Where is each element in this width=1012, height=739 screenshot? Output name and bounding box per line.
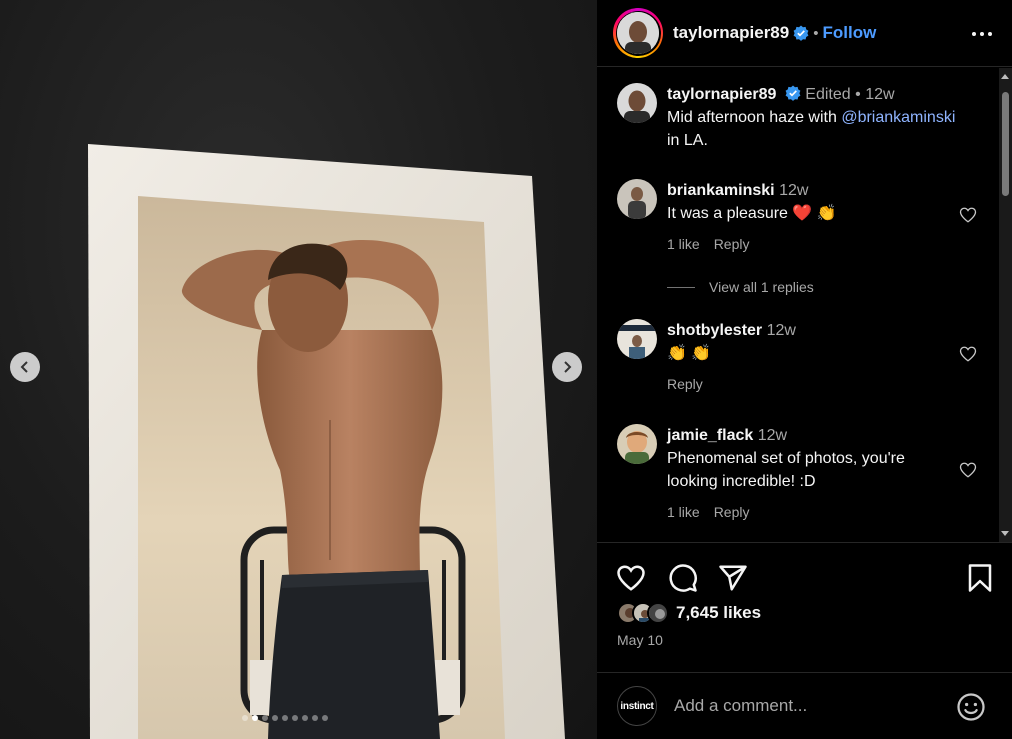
- post-header: taylornapier89 • Follow: [597, 0, 1012, 67]
- post-actions: 7,645 likes May 10: [597, 542, 1012, 672]
- avatar-image: [617, 424, 657, 464]
- verified-badge-icon: [793, 25, 809, 41]
- comment-likes-count[interactable]: 1 like: [667, 501, 700, 524]
- carousel-dot: [272, 715, 278, 721]
- comment-item: briankaminski 12w It was a pleasure ❤️ 👏…: [617, 179, 967, 256]
- next-slide-button[interactable]: [552, 352, 582, 382]
- commenter-avatar[interactable]: [617, 424, 657, 464]
- commenter-avatar[interactable]: [617, 319, 657, 359]
- carousel-dot: [262, 715, 268, 721]
- comment-username[interactable]: briankaminski: [667, 182, 775, 199]
- comment-timestamp: 12w: [757, 427, 788, 444]
- likes-count[interactable]: 7,645 likes: [676, 603, 761, 623]
- replies-divider: [667, 286, 695, 288]
- avatar-image: [617, 83, 657, 123]
- caption: taylornapier89 Edited • 12w Mid afternoo…: [617, 83, 967, 152]
- share-paper-plane-icon[interactable]: [718, 563, 748, 593]
- comment-text: 👏 👏: [667, 345, 712, 362]
- caption-separator: •: [855, 86, 861, 103]
- caption-edited-label: Edited: [805, 86, 851, 103]
- liker-avatar: [647, 602, 669, 624]
- comment-username[interactable]: jamie_flack: [667, 427, 753, 444]
- emoji-icon[interactable]: [956, 692, 986, 722]
- comment-timestamp: 12w: [766, 322, 796, 339]
- caption-text-end: in LA.: [667, 132, 708, 149]
- view-replies-button[interactable]: View all 1 replies: [667, 279, 814, 295]
- caption-mention[interactable]: @briankaminski: [841, 109, 955, 126]
- comment-username[interactable]: shotbylester: [667, 322, 762, 339]
- caption-avatar[interactable]: [617, 83, 657, 123]
- like-comment-heart-icon[interactable]: [959, 206, 977, 224]
- author-avatar[interactable]: [613, 8, 663, 58]
- verified-badge-icon: [785, 85, 801, 101]
- current-user-avatar-logo: instinct: [620, 700, 654, 712]
- avatar-image: [617, 179, 657, 219]
- caption-text: Mid afternoon haze with: [667, 109, 837, 126]
- like-comment-heart-icon[interactable]: [959, 345, 977, 363]
- view-replies-label: View all 1 replies: [709, 279, 814, 295]
- post-sidebar: taylornapier89 • Follow taylornapier89 E…: [597, 0, 1012, 739]
- comment-likes-count[interactable]: 1 like: [667, 233, 700, 256]
- carousel-dot: [252, 715, 258, 721]
- header-separator: •: [813, 24, 819, 42]
- like-heart-icon[interactable]: [616, 563, 646, 593]
- likes-summary[interactable]: 7,645 likes: [617, 602, 761, 624]
- carousel-dot: [292, 715, 298, 721]
- scroll-down-arrow-icon[interactable]: [1001, 531, 1009, 536]
- comment-input[interactable]: [674, 696, 934, 716]
- avatar-image: [617, 319, 657, 359]
- comment-text: Phenomenal set of photos, you're looking…: [667, 450, 905, 490]
- author-username[interactable]: taylornapier89: [673, 23, 789, 43]
- commenter-avatar[interactable]: [617, 179, 657, 219]
- comments-list[interactable]: taylornapier89 Edited • 12w Mid afternoo…: [597, 68, 1012, 542]
- comments-scrollbar[interactable]: [999, 68, 1012, 542]
- reply-button[interactable]: Reply: [667, 373, 703, 396]
- comment-text: It was a pleasure ❤️ 👏: [667, 205, 837, 222]
- caption-username[interactable]: taylornapier89: [667, 86, 776, 103]
- carousel-dot: [312, 715, 318, 721]
- post-photo[interactable]: [0, 0, 597, 739]
- previous-slide-button[interactable]: [10, 352, 40, 382]
- carousel-dot: [242, 715, 248, 721]
- current-user-avatar: instinct: [617, 686, 657, 726]
- scrollbar-thumb[interactable]: [1002, 92, 1009, 196]
- carousel-indicator: [242, 715, 328, 721]
- carousel-dot: [302, 715, 308, 721]
- comment-item: shotbylester 12w 👏 👏 Reply: [617, 319, 967, 396]
- reply-button[interactable]: Reply: [714, 233, 750, 256]
- more-options-icon[interactable]: [970, 22, 994, 46]
- chevron-right-icon: [564, 361, 572, 373]
- caption-timestamp: 12w: [865, 86, 895, 103]
- chevron-left-icon: [20, 361, 28, 373]
- comment-bubble-icon[interactable]: [668, 563, 698, 593]
- like-comment-heart-icon[interactable]: [959, 461, 977, 479]
- carousel-dot: [322, 715, 328, 721]
- follow-button[interactable]: Follow: [823, 23, 877, 43]
- carousel-dot: [282, 715, 288, 721]
- comment-timestamp: 12w: [779, 182, 809, 199]
- avatar-image: [617, 12, 659, 54]
- reply-button[interactable]: Reply: [714, 501, 750, 524]
- add-comment-bar: instinct: [597, 672, 1012, 739]
- scroll-up-arrow-icon[interactable]: [1001, 74, 1009, 79]
- post-date: May 10: [617, 632, 663, 648]
- save-bookmark-icon[interactable]: [965, 563, 995, 593]
- photo-image: [88, 144, 565, 739]
- comment-item: jamie_flack 12w Phenomenal set of photos…: [617, 424, 967, 524]
